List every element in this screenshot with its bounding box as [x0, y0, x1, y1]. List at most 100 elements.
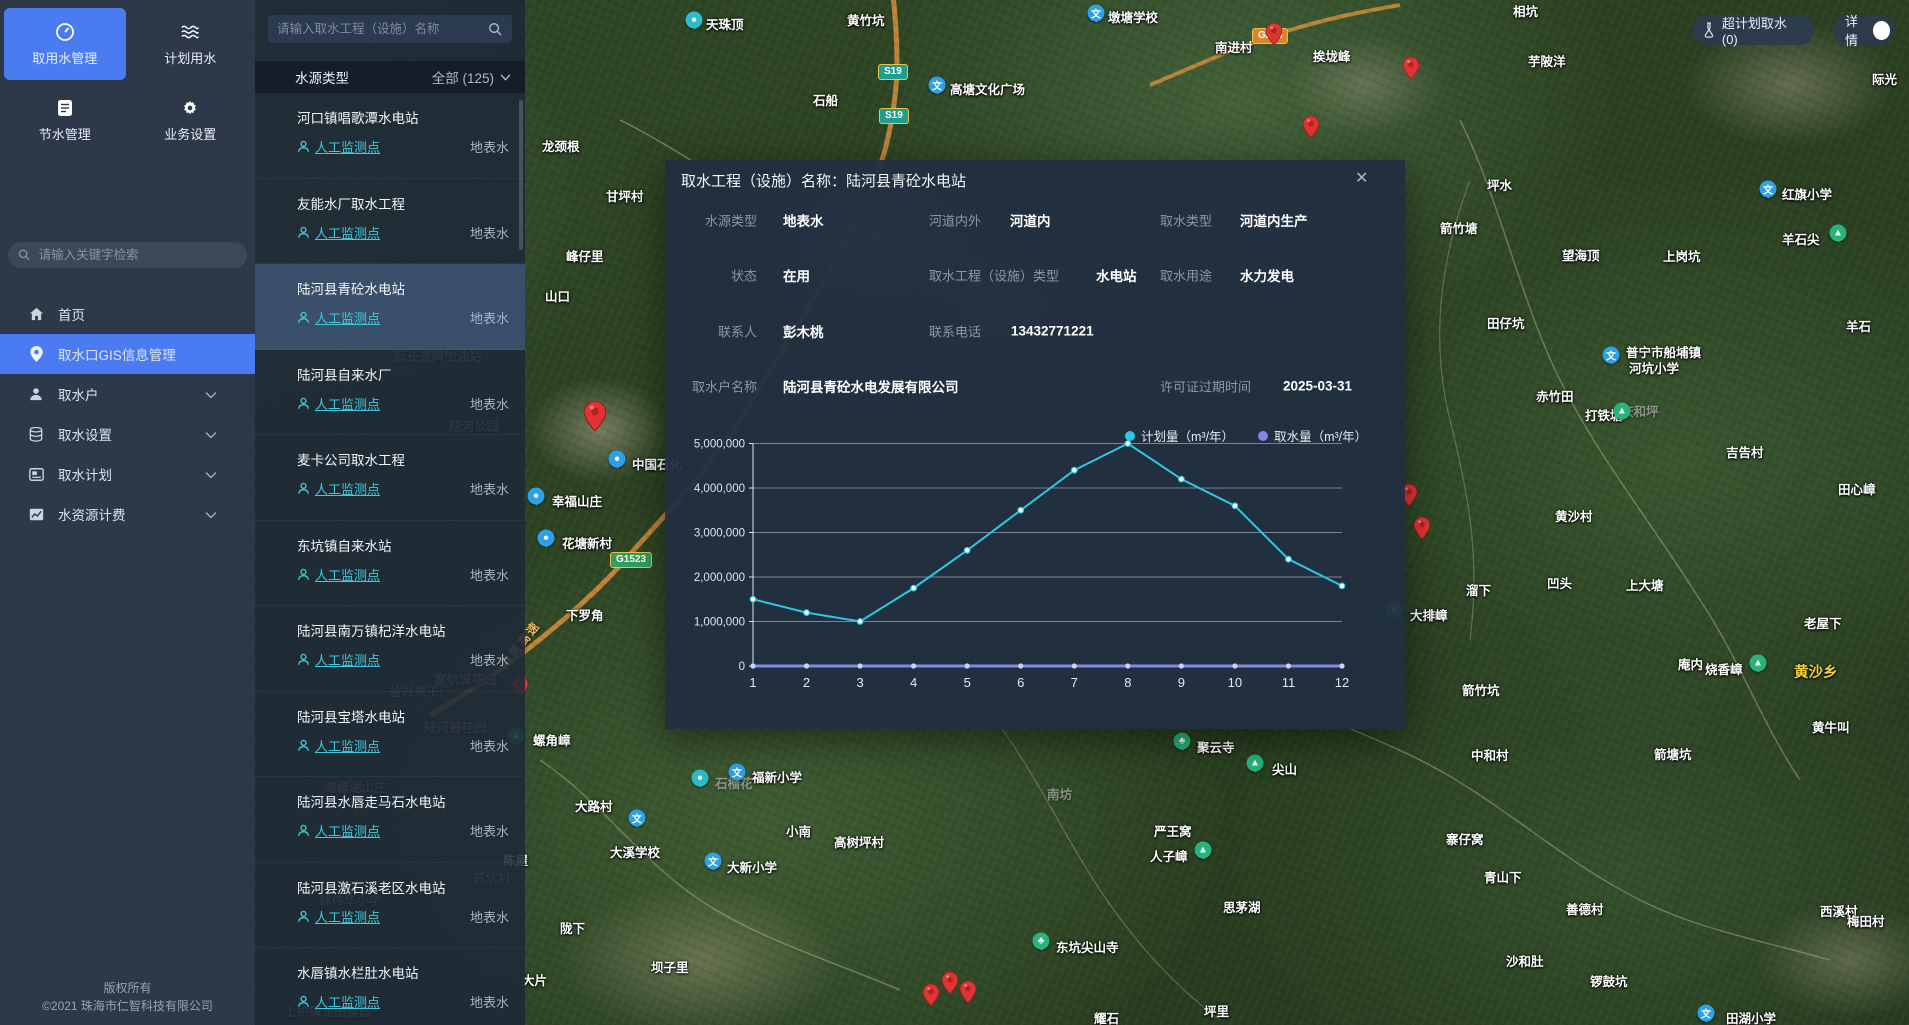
poi-marker[interactable]: ● — [692, 770, 709, 787]
list-item[interactable]: 友能水厂取水工程人工监测点地表水 — [255, 179, 525, 265]
field-label: 许可证过期时间 — [1160, 377, 1251, 396]
manual-monitor-link[interactable]: 人工监测点 — [297, 308, 380, 327]
school-marker[interactable]: 文 — [729, 764, 746, 781]
mountain-marker[interactable]: ▲ — [1830, 225, 1847, 242]
manual-monitor-link[interactable]: 人工监测点 — [297, 650, 380, 669]
filter-value: 全部 (125) — [432, 67, 494, 87]
app-tile-3[interactable]: 节水管理 — [4, 84, 126, 156]
mountain-marker[interactable]: ▲ — [1614, 403, 1631, 420]
school-marker[interactable]: 文 — [1088, 5, 1105, 22]
water-source-type: 地表水 — [470, 650, 509, 669]
list-item[interactable]: 麦卡公司取水工程人工监测点地表水 — [255, 435, 525, 521]
field-label: 状态 — [731, 266, 757, 285]
poi-marker[interactable]: ● — [686, 12, 703, 29]
list-item[interactable]: 陆河县南万镇杞洋水电站人工监测点地表水 — [255, 606, 525, 692]
sidebar-item-5[interactable]: 取水计划 — [0, 454, 255, 494]
station-name: 陆河县宝塔水电站 — [297, 706, 509, 726]
manual-monitor-link[interactable]: 人工监测点 — [297, 907, 380, 926]
list-item[interactable]: 东坑镇自来水站人工监测点地表水 — [255, 521, 525, 607]
sidebar-item-3[interactable]: 取水户 — [0, 374, 255, 414]
app-tile-4[interactable]: 业务设置 — [130, 84, 252, 156]
school-marker[interactable]: 文 — [1603, 347, 1620, 364]
temple-marker[interactable]: ♣ — [1033, 933, 1050, 950]
station-search-input[interactable] — [277, 22, 488, 36]
school-marker[interactable]: 文 — [1760, 181, 1777, 198]
toggle-knob[interactable] — [1873, 21, 1890, 40]
station-search-box[interactable] — [268, 15, 512, 43]
database-icon — [28, 426, 44, 442]
red-map-pin[interactable] — [1266, 23, 1282, 50]
mountain-marker[interactable]: ▲ — [1247, 755, 1264, 772]
school-marker[interactable]: 文 — [929, 77, 946, 94]
school-marker[interactable]: 文 — [629, 810, 646, 827]
manual-monitor-link[interactable]: 人工监测点 — [297, 479, 380, 498]
list-item[interactable]: 陆河县水唇走马石水电站人工监测点地表水 — [255, 777, 525, 863]
school-marker[interactable]: ● — [528, 488, 545, 505]
temple-marker[interactable]: ♣ — [1174, 733, 1191, 750]
manual-monitor-link[interactable]: 人工监测点 — [297, 394, 380, 413]
list-item[interactable]: 陆河县青砼水电站人工监测点地表水 — [255, 264, 525, 350]
water-source-type: 地表水 — [470, 565, 509, 584]
list-item[interactable]: 陆河县自来水厂人工监测点地表水 — [255, 350, 525, 436]
map-place-label: 南坊 — [1047, 784, 1072, 803]
school-marker[interactable]: ● — [609, 451, 626, 468]
school-marker[interactable]: ● — [538, 530, 555, 547]
svg-text:0: 0 — [739, 661, 745, 673]
map-place-label: 红旗小学 — [1782, 184, 1832, 203]
over-plan-alert-button[interactable]: 超计划取水(0) — [1692, 15, 1814, 45]
red-map-pin[interactable] — [923, 984, 939, 1011]
field-value: 陆河县青砼水电发展有限公司 — [783, 376, 959, 396]
sidebar-item-4[interactable]: 取水设置 — [0, 414, 255, 454]
mountain-marker[interactable]: ▲ — [1750, 655, 1767, 672]
gauge-icon — [55, 22, 75, 42]
water-source-type: 地表水 — [470, 479, 509, 498]
manual-monitor-link[interactable]: 人工监测点 — [297, 137, 380, 156]
map-place-label: 羊石 — [1846, 316, 1871, 335]
sidebar-search-box[interactable] — [8, 242, 247, 268]
close-icon[interactable]: ✕ — [1355, 168, 1368, 188]
sidebar-item-label: 取水设置 — [58, 424, 112, 444]
sidebar-item-label: 首页 — [58, 304, 85, 324]
red-map-pin[interactable] — [960, 981, 976, 1008]
legend-item[interactable]: 计划量（m³/年） — [1125, 426, 1234, 445]
manual-monitor-link[interactable]: 人工监测点 — [297, 223, 380, 242]
manual-monitor-link[interactable]: 人工监测点 — [297, 565, 380, 584]
app-tile-label: 计划用水 — [164, 48, 216, 67]
list-item[interactable]: 陆河县宝塔水电站人工监测点地表水 — [255, 692, 525, 778]
map-place-label: 赤竹田 — [1536, 386, 1574, 405]
water-source-type: 地表水 — [470, 137, 509, 156]
station-meta-row: 人工监测点地表水 — [297, 308, 509, 327]
red-map-pin[interactable] — [584, 401, 606, 436]
list-item[interactable]: 陆河县激石溪老区水电站人工监测点地表水 — [255, 863, 525, 949]
app-switch-tiles: 取用水管理计划用水节水管理业务设置 — [0, 0, 255, 156]
detail-toggle[interactable]: 详情 — [1833, 15, 1895, 45]
school-marker[interactable]: 文 — [1698, 1005, 1715, 1022]
app-tile-1[interactable]: 取用水管理 — [4, 8, 126, 80]
sidebar-item-2[interactable]: 取水口GIS信息管理 — [0, 334, 255, 374]
app-tile-2[interactable]: 计划用水 — [130, 8, 252, 80]
list-item[interactable]: 河口镇唱歌潭水电站人工监测点地表水 — [255, 93, 525, 179]
legend-item[interactable]: 取水量（m³/年） — [1258, 426, 1367, 445]
sidebar-item-1[interactable]: 首页 — [0, 294, 255, 334]
manual-monitor-label: 人工监测点 — [315, 992, 380, 1011]
map-place-label: 锣鼓坑 — [1590, 971, 1628, 990]
sidebar-item-6[interactable]: 水资源计费 — [0, 494, 255, 534]
map-place-label: 田心嶂 — [1838, 479, 1876, 498]
map-place-label: 相坑 — [1513, 1, 1538, 20]
red-map-pin[interactable] — [1303, 116, 1319, 143]
manual-monitor-link[interactable]: 人工监测点 — [297, 992, 380, 1011]
list-scrollbar[interactable] — [519, 100, 523, 250]
search-icon[interactable] — [488, 22, 503, 37]
red-map-pin[interactable] — [942, 972, 958, 999]
map-place-label: 庵内 — [1678, 654, 1703, 673]
filter-dropdown[interactable]: 全部 (125) — [432, 67, 511, 87]
red-map-pin[interactable] — [1403, 57, 1419, 84]
list-item[interactable]: 水唇镇水栏肚水电站人工监测点地表水 — [255, 948, 525, 1025]
station-meta-row: 人工监测点 地表水 — [297, 137, 509, 156]
red-map-pin[interactable] — [1414, 517, 1430, 544]
school-marker[interactable]: 文 — [705, 853, 722, 870]
mountain-marker[interactable]: ▲ — [1195, 842, 1212, 859]
manual-monitor-link[interactable]: 人工监测点 — [297, 821, 380, 840]
sidebar-search-input[interactable] — [39, 248, 237, 262]
manual-monitor-link[interactable]: 人工监测点 — [297, 736, 380, 755]
